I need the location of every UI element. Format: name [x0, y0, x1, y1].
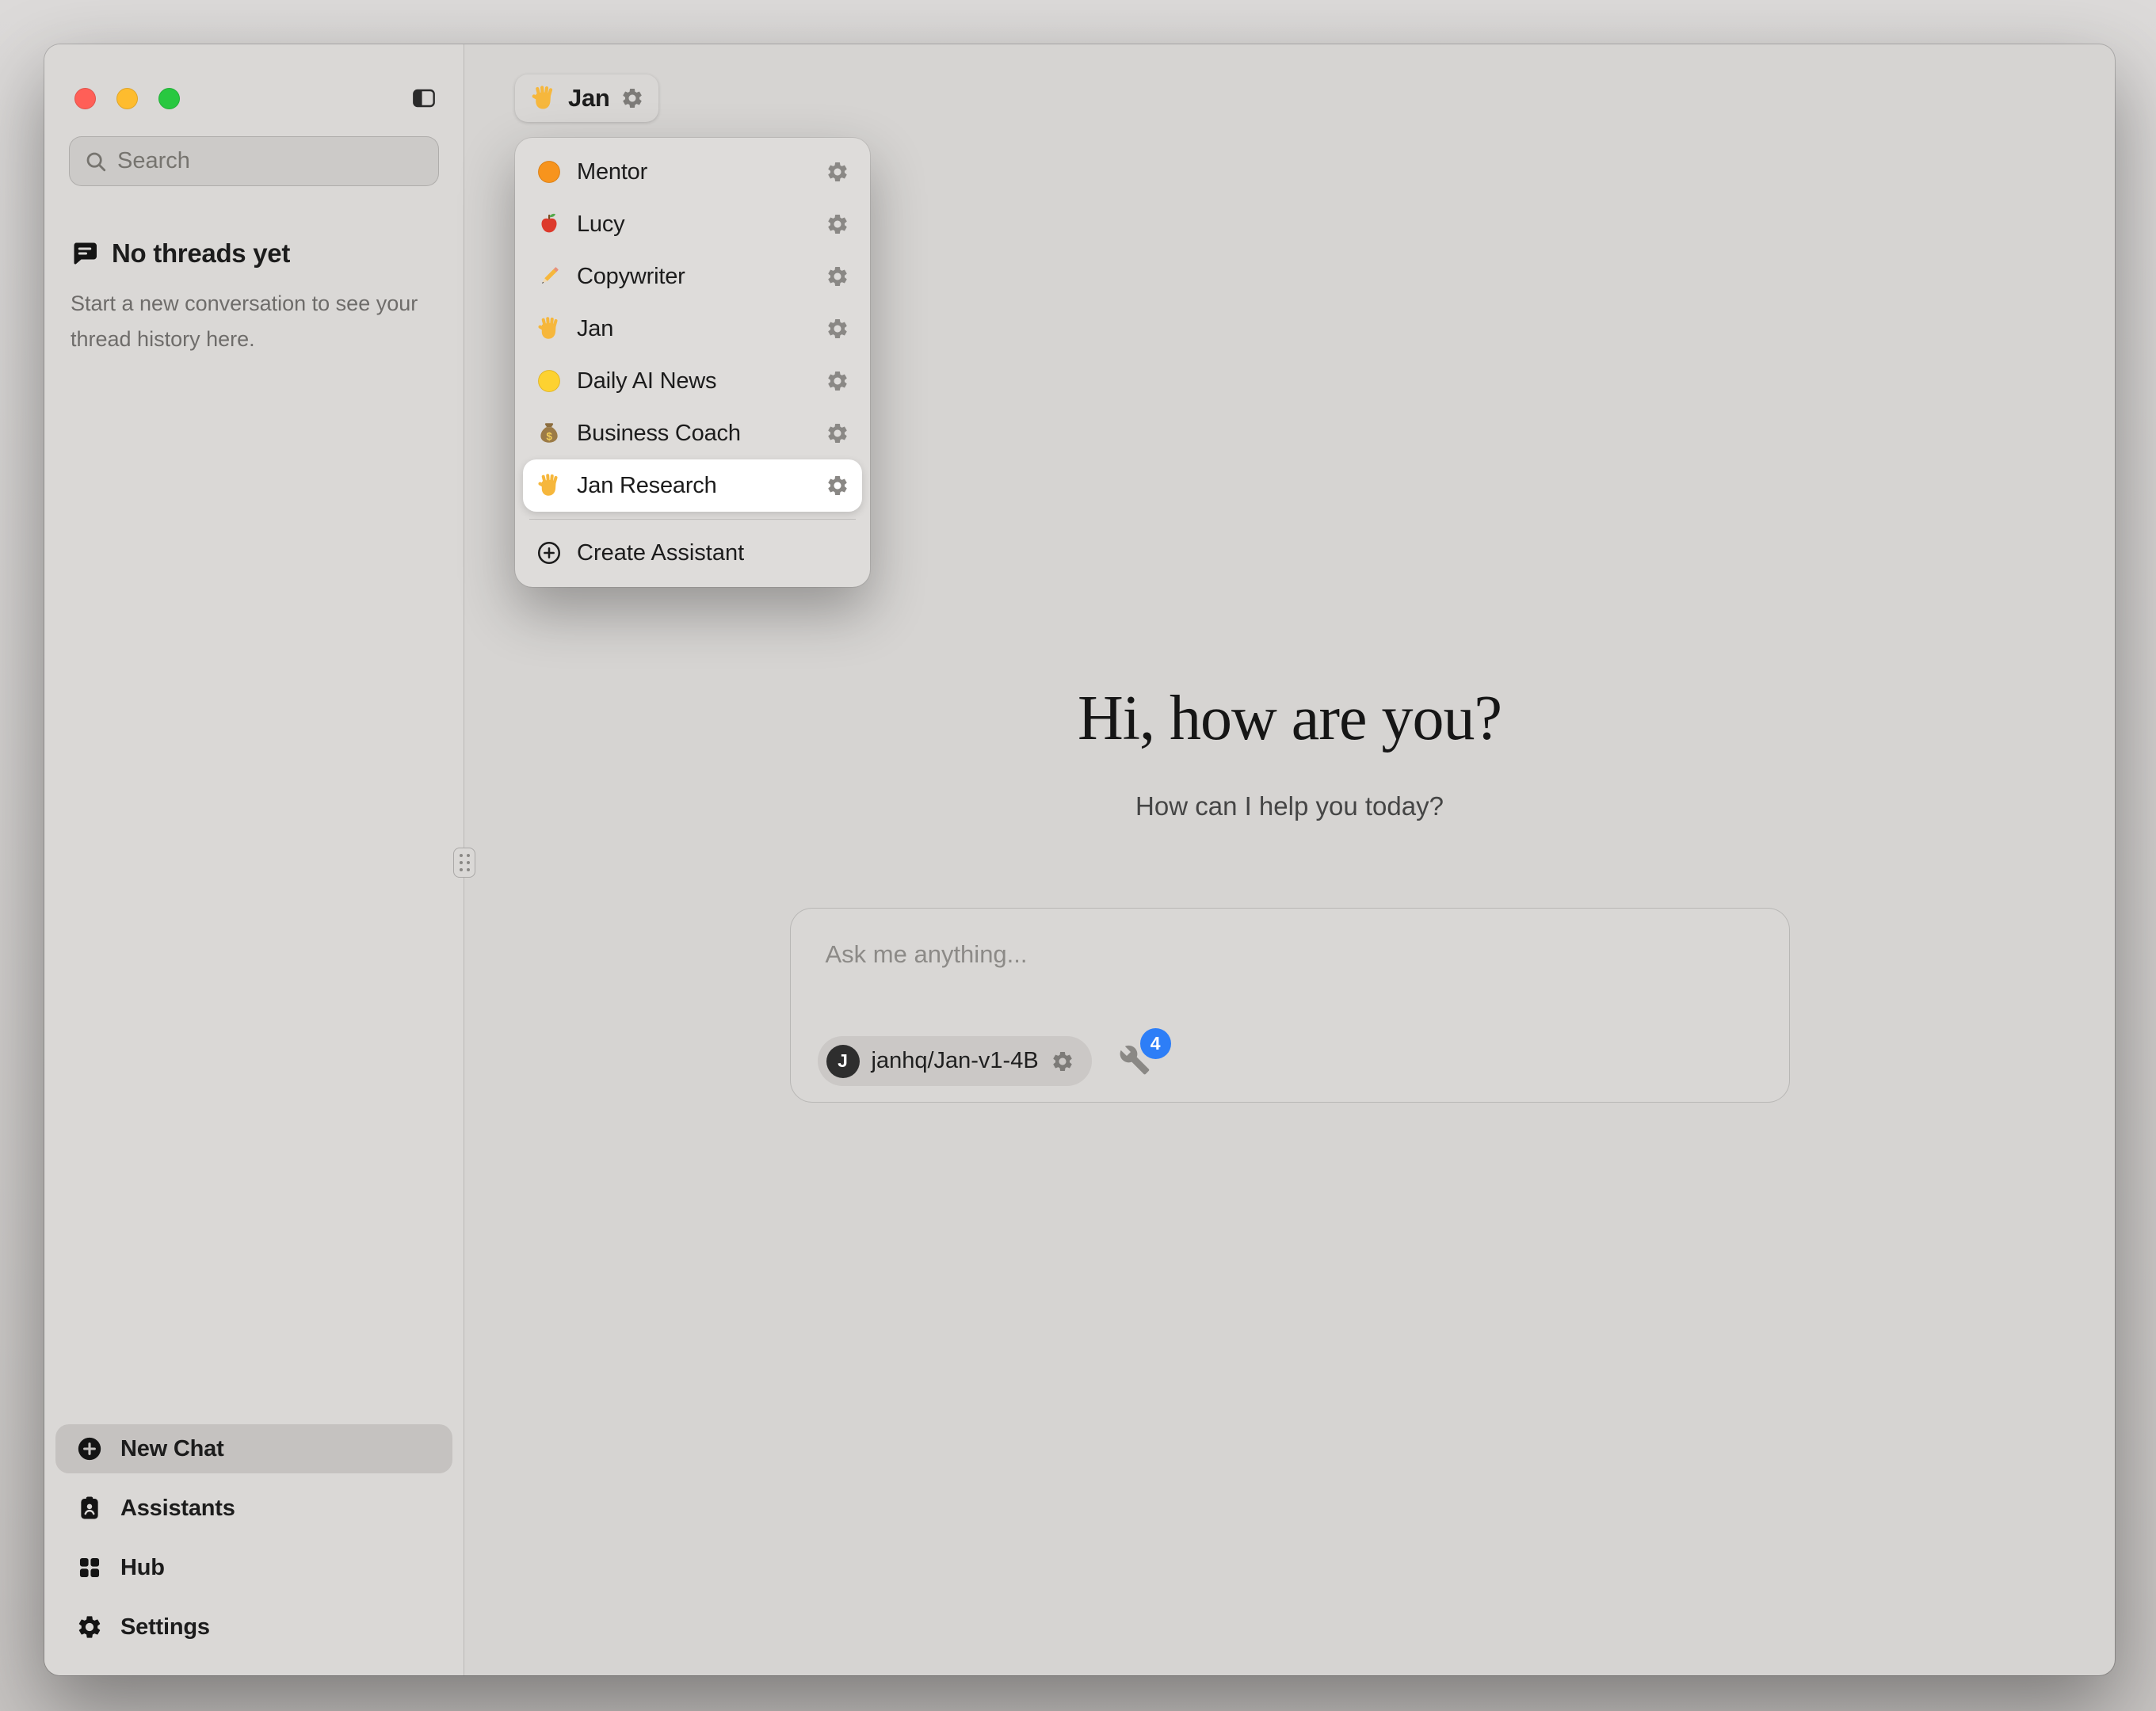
model-name: janhq/Jan-v1-4B [872, 1048, 1039, 1074]
assistant-menu-item-copywriter[interactable]: Copywriter [523, 250, 862, 303]
yellow-circle-icon [536, 368, 563, 394]
pencil-icon [536, 263, 563, 290]
model-avatar: J [826, 1045, 860, 1078]
search-input[interactable] [117, 148, 424, 174]
gear-icon[interactable] [826, 160, 849, 184]
assistant-menu-item-mentor[interactable]: Mentor [523, 146, 862, 198]
minimize-button[interactable] [116, 88, 138, 109]
create-assistant-button[interactable]: Create Assistant [523, 527, 862, 579]
zoom-button[interactable] [158, 88, 180, 109]
nav-label: Assistants [120, 1496, 235, 1522]
assistant-menu-item-business-coach[interactable]: Business Coach [523, 407, 862, 459]
assistant-selector-button[interactable]: Jan [515, 74, 658, 122]
assistant-label: Daily AI News [577, 368, 716, 394]
sidebar-item-settings[interactable]: Settings [55, 1602, 452, 1652]
gear-icon[interactable] [826, 369, 849, 393]
chat-composer: J janhq/Jan-v1-4B 4 [790, 908, 1790, 1103]
assistant-menu-item-daily-ai-news[interactable]: Daily AI News [523, 355, 862, 407]
gear-icon[interactable] [826, 474, 849, 497]
assistants-badge-icon [76, 1495, 103, 1522]
greeting-block: Hi, how are you? How can I help you toda… [464, 683, 2115, 821]
menu-divider [529, 519, 856, 520]
sidebar-resize-handle[interactable] [453, 848, 475, 878]
sidebar: No threads yet Start a new conversation … [44, 44, 464, 1675]
assistant-label: Jan [577, 316, 613, 342]
window-controls [74, 88, 180, 109]
empty-state-description: Start a new conversation to see your thr… [71, 286, 419, 357]
sidebar-item-assistants[interactable]: Assistants [55, 1484, 452, 1533]
grid-icon [76, 1554, 103, 1581]
composer-controls: J janhq/Jan-v1-4B 4 [818, 1036, 1154, 1086]
empty-state-title: No threads yet [112, 238, 290, 269]
nav-label: Settings [120, 1614, 210, 1641]
app-window: No threads yet Start a new conversation … [44, 44, 2115, 1675]
sidebar-topbar [74, 84, 440, 112]
plus-circle-icon [76, 1435, 103, 1462]
assistant-menu-item-jan-research[interactable]: Jan Research [523, 459, 862, 512]
nav-label: New Chat [120, 1436, 224, 1462]
gear-icon[interactable] [620, 86, 644, 110]
greeting-title: Hi, how are you? [464, 683, 2115, 755]
assistant-menu-item-lucy[interactable]: Lucy [523, 198, 862, 250]
sidebar-nav: New Chat Assistants Hub Settings [44, 1424, 464, 1675]
search-field[interactable] [69, 136, 439, 186]
close-button[interactable] [74, 88, 96, 109]
gear-icon [76, 1614, 103, 1641]
assistant-label: Lucy [577, 211, 624, 238]
threads-empty-state: No threads yet Start a new conversation … [44, 238, 464, 357]
gear-icon[interactable] [826, 317, 849, 341]
main-area: Jan Mentor Lucy Copywriter Jan [464, 44, 2115, 1675]
search-icon [84, 150, 108, 173]
create-assistant-label: Create Assistant [577, 540, 744, 566]
wave-hand-icon [536, 315, 563, 342]
model-selector-button[interactable]: J janhq/Jan-v1-4B [818, 1036, 1092, 1086]
assistant-menu-item-jan[interactable]: Jan [523, 303, 862, 355]
sidebar-toggle-icon[interactable] [408, 84, 440, 112]
gear-icon[interactable] [826, 265, 849, 288]
apple-icon [536, 211, 563, 238]
money-bag-icon [536, 420, 563, 447]
assistant-label: Business Coach [577, 421, 741, 447]
plus-circle-outline-icon [536, 539, 563, 566]
sidebar-item-hub[interactable]: Hub [55, 1543, 452, 1592]
sidebar-item-new-chat[interactable]: New Chat [55, 1424, 452, 1473]
orange-circle-icon [536, 158, 563, 185]
tools-button[interactable]: 4 [1119, 1044, 1154, 1079]
tools-count-badge: 4 [1140, 1028, 1171, 1059]
wave-hand-icon [536, 472, 563, 499]
assistant-label: Copywriter [577, 264, 685, 290]
gear-icon[interactable] [826, 421, 849, 445]
assistant-label: Mentor [577, 159, 647, 185]
nav-label: Hub [120, 1555, 165, 1581]
assistant-menu: Mentor Lucy Copywriter Jan Daily AI News [515, 138, 870, 587]
current-assistant-name: Jan [568, 84, 610, 112]
assistant-label: Jan Research [577, 473, 717, 499]
gear-icon[interactable] [826, 212, 849, 236]
wave-hand-icon [529, 84, 558, 112]
chat-bubble-icon [71, 239, 99, 268]
gear-icon[interactable] [1051, 1050, 1074, 1073]
greeting-subtitle: How can I help you today? [464, 791, 2115, 821]
